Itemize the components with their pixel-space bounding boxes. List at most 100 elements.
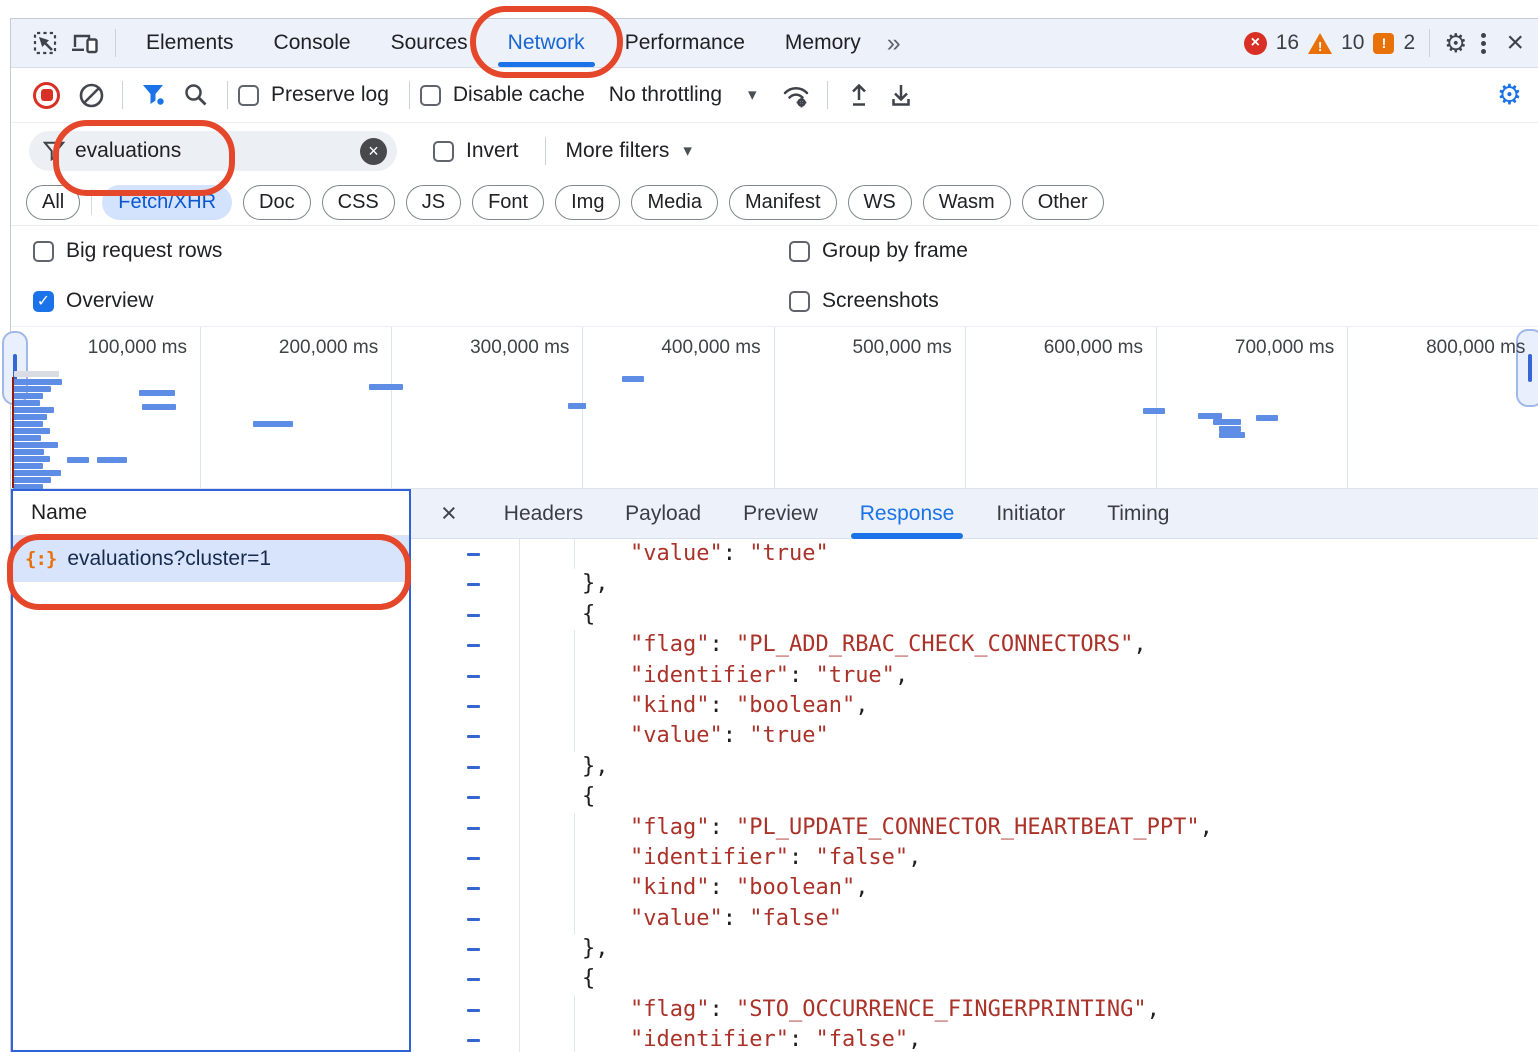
line-gutter-dash	[467, 705, 480, 708]
name-column-header[interactable]: Name	[13, 491, 409, 536]
tab-console[interactable]: Console	[254, 19, 371, 67]
more-filters-dropdown-arrow-icon[interactable]: ▾	[683, 141, 692, 161]
device-toolbar-icon[interactable]	[65, 23, 105, 63]
overview-tick-label: 300,000 ms	[470, 337, 569, 359]
error-badge-icon[interactable]: ×	[1244, 32, 1267, 55]
export-har-icon[interactable]	[880, 74, 922, 116]
filter-chip-fetch-xhr[interactable]: Fetch/XHR	[102, 185, 232, 220]
overview-request-bar	[1213, 419, 1241, 425]
clear-filter-icon[interactable]: ×	[360, 138, 387, 165]
record-network-log-button[interactable]	[33, 82, 60, 109]
network-conditions-icon[interactable]	[775, 74, 817, 116]
line-gutter-dash	[467, 918, 480, 921]
overview-gridline	[1347, 327, 1348, 488]
throttling-dropdown-arrow-icon[interactable]: ▾	[748, 85, 757, 105]
filter-funnel-icon[interactable]	[133, 74, 175, 116]
screenshots-checkbox[interactable]	[789, 291, 810, 312]
tab-memory[interactable]: Memory	[765, 19, 881, 67]
filter-chip-other[interactable]: Other	[1022, 185, 1104, 220]
throttling-select[interactable]: No throttling	[609, 83, 722, 107]
detail-tab-label: Initiator	[996, 502, 1065, 526]
request-type-chips: All Fetch/XHR Doc CSS JS Font Img Media Manifest…	[11, 179, 1538, 226]
response-code-line: "kind": "boolean",	[411, 873, 1538, 903]
request-list: {:}evaluations?cluster=1	[13, 536, 409, 582]
detail-tabs: HeadersPayload Preview Response Initiator Ti…	[483, 489, 1191, 538]
response-code-line: "kind": "boolean",	[411, 691, 1538, 721]
overview-tick-label: 100,000 ms	[88, 337, 187, 359]
tab-sources[interactable]: Sources	[371, 19, 488, 67]
inspect-element-icon[interactable]	[25, 23, 65, 63]
network-filter-input[interactable]: evaluations	[75, 139, 360, 163]
big-request-rows-checkbox[interactable]	[33, 241, 54, 262]
tab-label: Console	[274, 31, 351, 55]
overview-checkbox[interactable]: ✓	[33, 291, 54, 312]
tab-preview[interactable]: Preview	[722, 489, 839, 538]
tab-elements[interactable]: Elements	[126, 19, 254, 67]
response-code-line: {	[411, 600, 1538, 630]
response-code-line: {	[411, 782, 1538, 812]
filter-chip-ws[interactable]: WS	[848, 185, 912, 220]
overview-request-bar	[13, 435, 41, 441]
response-code-line: },	[411, 934, 1538, 964]
tab-initiator[interactable]: Initiator	[975, 489, 1086, 538]
warning-badge-icon[interactable]: !	[1308, 33, 1332, 54]
more-filters-button[interactable]: More filters	[566, 139, 670, 163]
issues-badge-icon[interactable]: !	[1373, 33, 1394, 54]
tab-label: Elements	[146, 31, 234, 55]
tab-payload[interactable]: Payload	[604, 489, 722, 538]
network-filter-box[interactable]: evaluations ×	[29, 131, 397, 171]
overview-request-bar	[622, 376, 644, 382]
code-text: },	[582, 934, 609, 964]
filter-chip-doc[interactable]: Doc	[243, 185, 311, 220]
overview-request-bar	[97, 457, 127, 463]
invert-checkbox[interactable]	[433, 141, 454, 162]
kebab-menu-icon[interactable]	[1481, 41, 1486, 46]
import-har-icon[interactable]	[838, 74, 880, 116]
filter-chip-manifest[interactable]: Manifest	[729, 185, 837, 220]
filter-chip-css[interactable]: CSS	[322, 185, 395, 220]
preserve-log-checkbox[interactable]	[238, 85, 259, 106]
response-body-view[interactable]: "value": "true"},{"flag": "PL_ADD_RBAC_C…	[411, 539, 1538, 1052]
overview-request-bar	[13, 442, 58, 448]
code-text: "value": "true"	[630, 539, 829, 569]
line-gutter-dash	[467, 857, 480, 860]
tab-network[interactable]: Network	[488, 19, 605, 67]
settings-gear-icon[interactable]: ⚙	[1444, 30, 1467, 56]
disable-cache-label: Disable cache	[453, 83, 585, 107]
network-overview-timeline[interactable]: 100,000 ms200,000 ms300,000 ms400,000 ms…	[11, 326, 1538, 489]
filter-chip-wasm[interactable]: Wasm	[923, 185, 1011, 220]
detail-tab-label: Timing	[1107, 502, 1169, 526]
overview-request-bar	[142, 404, 176, 410]
code-text: },	[582, 752, 609, 782]
tab-performance[interactable]: Performance	[605, 19, 765, 67]
code-text: },	[582, 569, 609, 599]
tab-timing[interactable]: Timing	[1086, 489, 1190, 538]
network-settings-gear-icon[interactable]: ⚙	[1497, 81, 1522, 109]
filter-chip-font[interactable]: Font	[472, 185, 544, 220]
line-gutter-dash	[467, 796, 480, 799]
line-gutter-dash	[467, 978, 480, 981]
more-panels-chevron-icon[interactable]: »	[887, 29, 899, 58]
group-by-frame-checkbox[interactable]	[789, 241, 810, 262]
tab-response[interactable]: Response	[839, 489, 976, 538]
overview-request-bar-gray	[14, 371, 59, 377]
group-by-frame-label: Group by frame	[822, 239, 968, 263]
detail-tabbar: × HeadersPayload Preview Response Initiator…	[411, 489, 1538, 539]
close-devtools-icon[interactable]: ×	[1506, 28, 1524, 58]
overview-request-bar	[13, 463, 43, 469]
disable-cache-checkbox[interactable]	[420, 85, 441, 106]
filter-chip-media[interactable]: Media	[631, 185, 717, 220]
close-detail-icon[interactable]: ×	[441, 500, 457, 527]
filter-chip-all[interactable]: All	[26, 185, 80, 220]
filter-chip-js[interactable]: JS	[406, 185, 461, 220]
options-row-2: ✓ Overview Screenshots	[11, 276, 1538, 326]
request-row[interactable]: {:}evaluations?cluster=1	[13, 536, 409, 582]
clear-network-log-icon[interactable]	[70, 74, 112, 116]
overview-request-bar	[13, 456, 50, 462]
search-icon[interactable]	[175, 74, 217, 116]
filter-chip-img[interactable]: Img	[555, 185, 620, 220]
detail-tab-label: Preview	[743, 502, 818, 526]
overview-request-bar	[13, 393, 43, 399]
overview-gridline	[200, 327, 201, 488]
tab-headers[interactable]: Headers	[483, 489, 604, 538]
